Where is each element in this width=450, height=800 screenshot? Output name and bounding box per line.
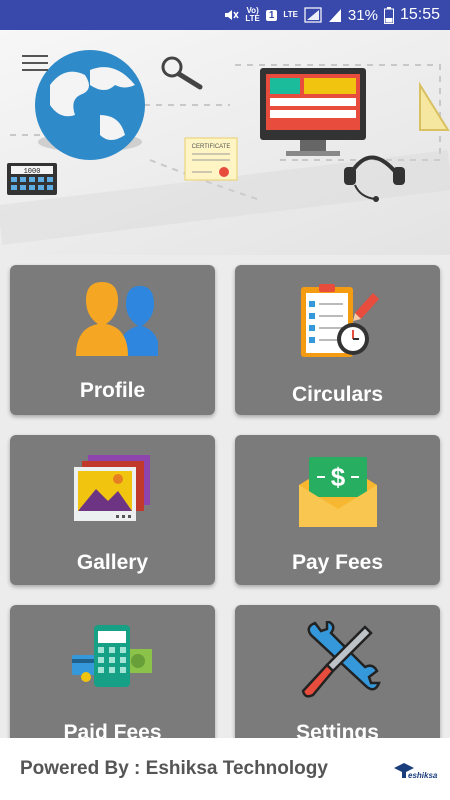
- tile-label: Pay Fees: [291, 551, 384, 574]
- header-banner: CERTIFICATE 1000: [0, 30, 450, 255]
- profile-icon: [75, 282, 158, 356]
- clock: 15:55: [399, 6, 440, 23]
- tile-profile[interactable]: Profile: [10, 265, 215, 415]
- svg-text:1000: 1000: [24, 168, 41, 176]
- tile-gallery[interactable]: Gallery: [10, 435, 215, 585]
- tile-pay-fees[interactable]: $ Pay Fees: [235, 435, 440, 585]
- svg-text:eshiksa: eshiksa: [408, 771, 438, 780]
- tile-paid-fees[interactable]: Paid Fees: [10, 605, 215, 740]
- circulars-icon: [300, 284, 379, 357]
- hamburger-icon: [22, 55, 48, 57]
- battery-percent: 31%: [347, 6, 378, 24]
- paid-fees-icon: [71, 625, 152, 687]
- tile-circulars[interactable]: Circulars: [235, 265, 440, 415]
- powered-by-text: Powered By : Eshiksa Technology: [20, 758, 328, 779]
- eshiksa-logo: eshiksa: [394, 763, 438, 780]
- certificate-icon: CERTIFICATE: [184, 137, 238, 181]
- sim-slot-badge: 1: [265, 9, 278, 21]
- gallery-icon: [73, 455, 150, 521]
- pay-fees-icon: $: [298, 457, 377, 527]
- calculator-icon: 1000: [7, 163, 57, 195]
- tile-label: Profile: [79, 379, 146, 402]
- battery-icon: [383, 6, 394, 24]
- volte-indicator: Vo) LTE: [245, 6, 260, 23]
- settings-icon: [301, 621, 381, 698]
- status-bar: Vo) LTE 1 LTE 31% 15:55: [0, 0, 450, 30]
- svg-text:CERTIFICATE: CERTIFICATE: [192, 144, 231, 150]
- tile-label: Gallery: [76, 551, 149, 574]
- signal-bars-icon: [328, 7, 342, 23]
- mute-icon: [223, 7, 239, 23]
- tile-settings[interactable]: Settings: [235, 605, 440, 740]
- banner-illustration: CERTIFICATE 1000: [0, 50, 450, 245]
- lte-label: LTE: [283, 10, 298, 19]
- magnifier-icon: [161, 56, 203, 90]
- menu-button[interactable]: [22, 55, 48, 75]
- tile-label: Circulars: [291, 383, 384, 406]
- signal-icon: [304, 7, 322, 23]
- menu-grid: Profile Circulars Gallery $ Pay Fees Pai…: [0, 255, 450, 740]
- footer: Powered By : Eshiksa Technology eshiksa: [0, 738, 450, 800]
- globe-icon: [35, 50, 145, 160]
- monitor-icon: [260, 68, 366, 156]
- svg-text:$: $: [330, 462, 345, 492]
